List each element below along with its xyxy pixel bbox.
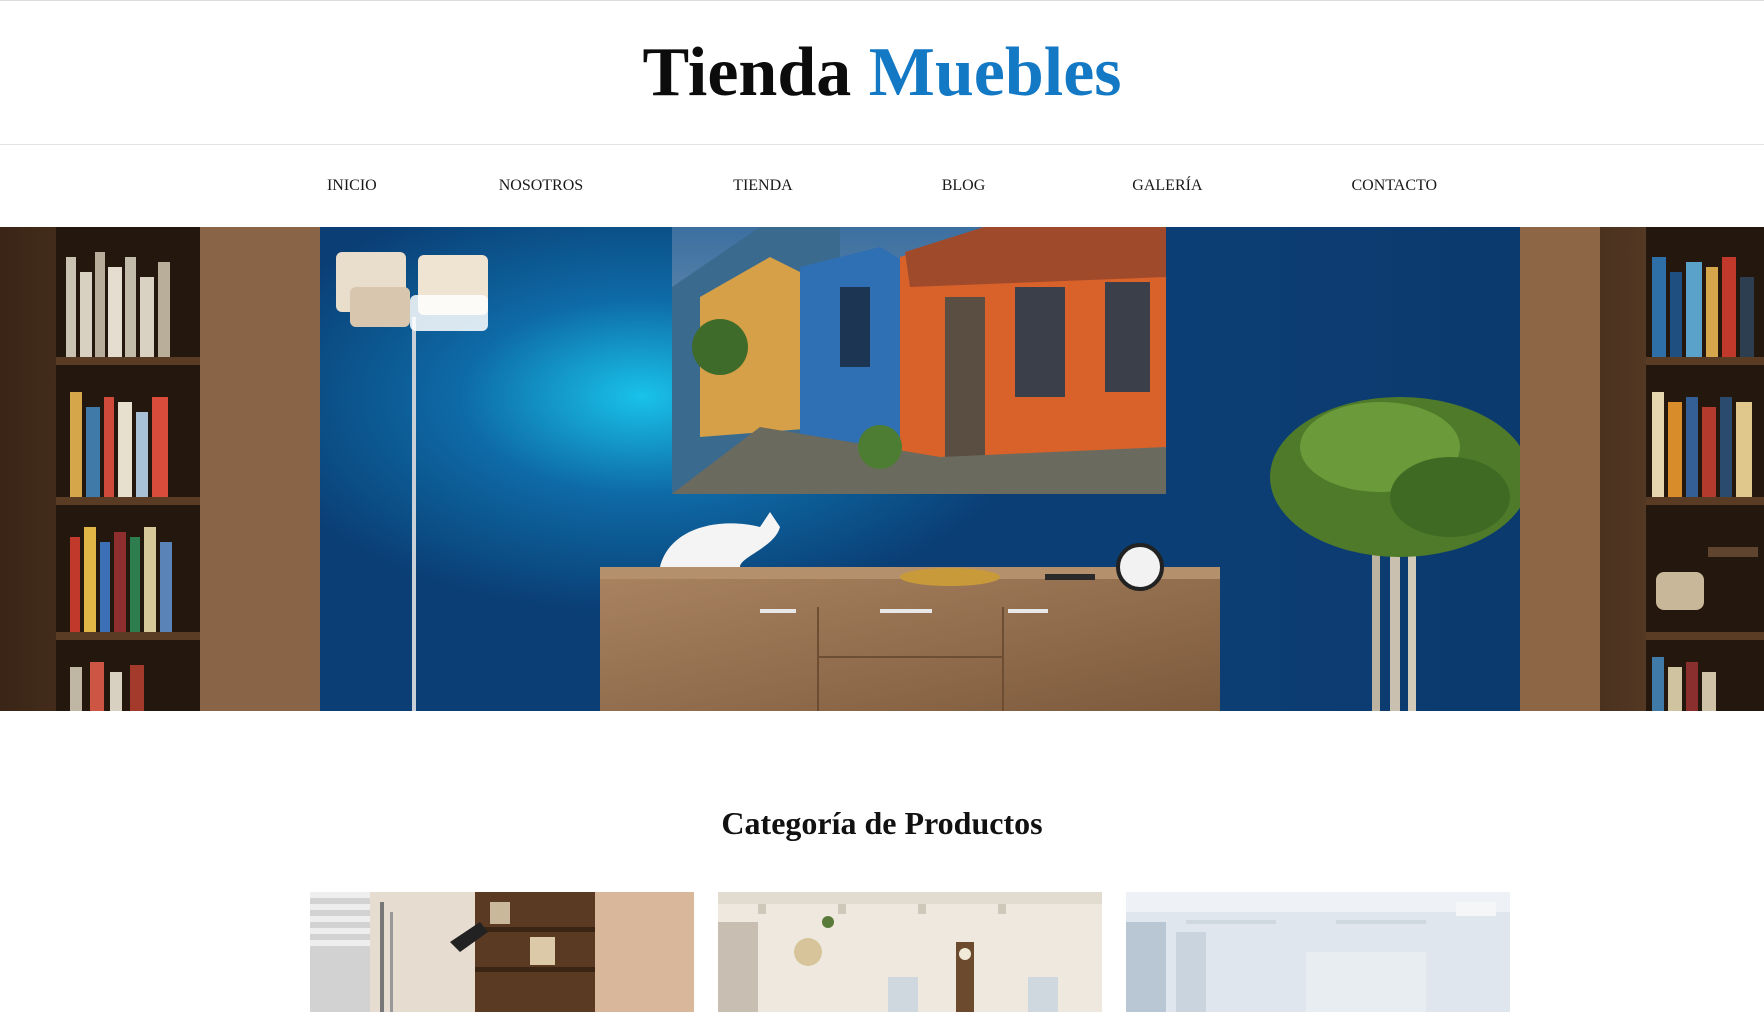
nav-item-inicio[interactable]: INICIO <box>327 177 377 195</box>
nav-item-contacto[interactable]: CONTACTO <box>1352 177 1438 195</box>
office-room-image <box>1126 892 1510 1012</box>
category-card-dining[interactable] <box>718 892 1102 1012</box>
site-header: Tienda Muebles <box>0 1 1764 145</box>
category-cards <box>310 892 1510 1012</box>
site-logo[interactable]: Tienda Muebles <box>642 37 1121 108</box>
nav-item-blog[interactable]: BLOG <box>942 177 986 195</box>
dining-room-image <box>718 892 1102 1012</box>
study-room-image <box>310 892 694 1012</box>
nav-item-tienda[interactable]: TIENDA <box>733 177 793 195</box>
logo-word-tienda: Tienda <box>642 33 852 111</box>
hero-living-room-image <box>0 227 1764 711</box>
logo-word-muebles: Muebles <box>868 33 1122 111</box>
category-card-study[interactable] <box>310 892 694 1012</box>
hero-banner <box>0 227 1764 711</box>
main-nav: INICIO NOSOTROS TIENDA BLOG GALERÍA CONT… <box>0 145 1764 227</box>
categories-title: Categoría de Productos <box>721 805 1043 841</box>
nav-item-galeria[interactable]: GALERÍA <box>1132 177 1202 195</box>
wall-painting <box>672 227 1166 494</box>
category-card-office[interactable] <box>1126 892 1510 1012</box>
nav-item-nosotros[interactable]: NOSOTROS <box>499 177 583 195</box>
